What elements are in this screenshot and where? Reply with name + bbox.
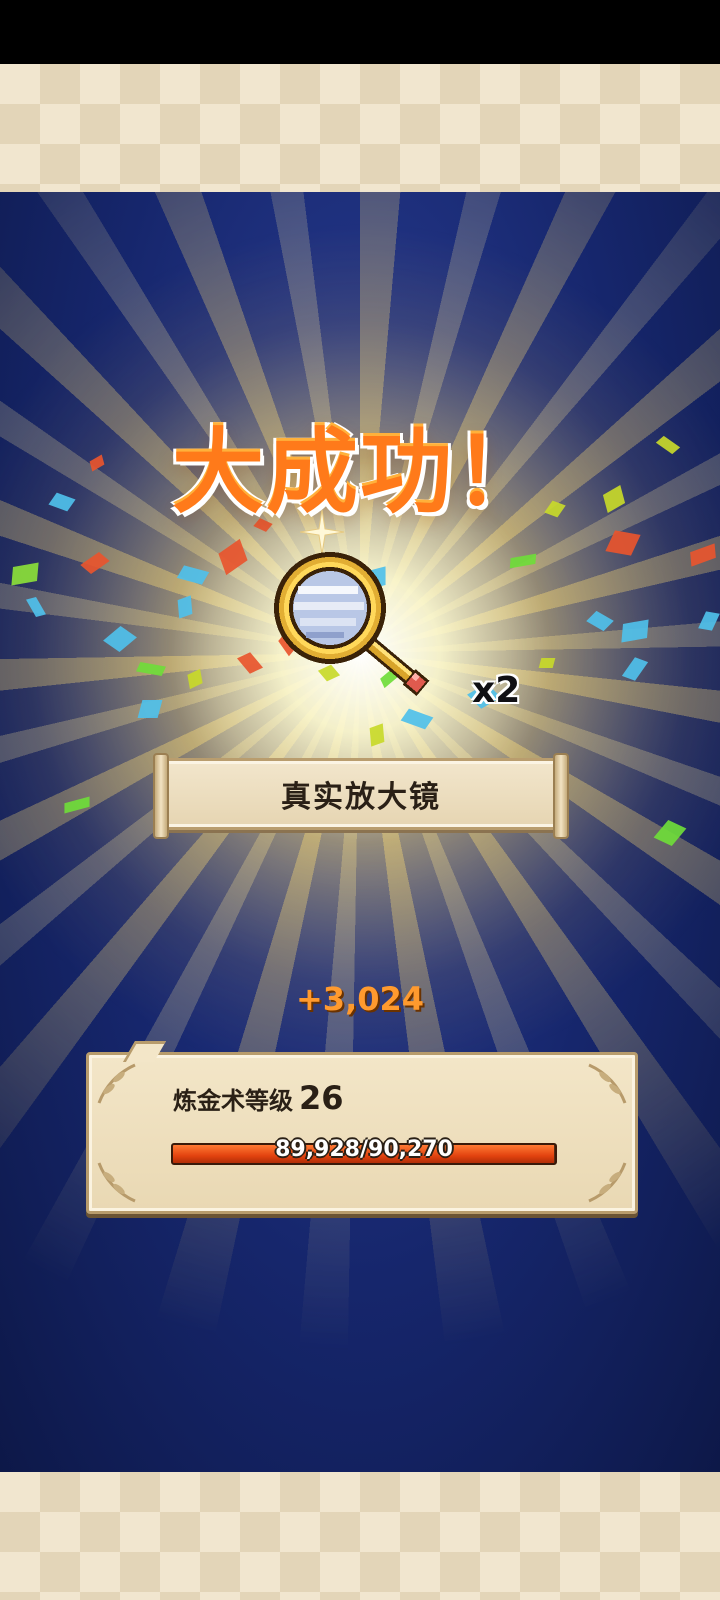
xp-progress-text: 89,928/90,270 [275,1137,453,1162]
bottom-pattern-border [0,1472,720,1600]
item-name-banner: 真实放大镜 [153,753,569,839]
level-number: 26 [299,1079,344,1117]
laurel-decoration-icon [97,1162,136,1203]
laurel-decoration-icon [588,1063,627,1104]
laurel-decoration-icon [588,1162,627,1203]
alchemy-level-panel: 炼金术等级 26 89,928/90,270 [86,1052,638,1214]
great-success-title: 大成功！ [171,419,548,526]
confetti-piece [538,658,556,668]
item-icon-container [268,546,448,706]
item-name: 真实放大镜 [281,780,441,815]
result-screen[interactable] [0,192,720,1472]
item-quantity: x2 [472,670,521,711]
magnifying-glass-icon [274,552,430,697]
status-bar [0,0,720,64]
alchemy-level-label: 炼金术等级 26 [173,1079,344,1117]
top-pattern-border [0,64,720,192]
level-title: 炼金术等级 [173,1087,293,1115]
light-burst [0,192,720,1472]
xp-gain-text: +3,024 [295,980,425,1018]
laurel-decoration-icon [97,1063,136,1104]
